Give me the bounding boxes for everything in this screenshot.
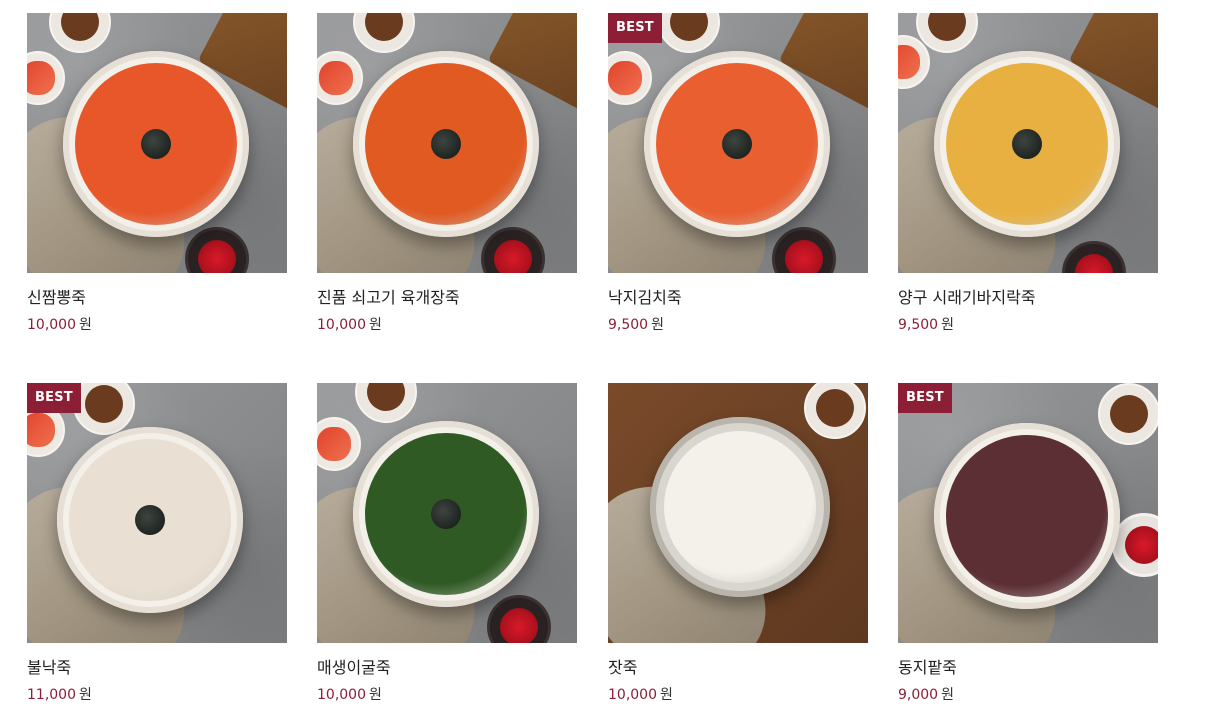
product-price: 9,000 [898,687,939,703]
product-name[interactable]: 진품 쇠고기 육개장죽 [317,287,577,309]
product-name[interactable]: 신짬뽕죽 [27,287,287,309]
product-name[interactable]: 잣죽 [608,657,868,679]
product-card[interactable]: 매생이굴죽 10,000 원 [317,383,577,705]
seaweed-oyster-porridge-image [365,433,527,595]
best-badge: BEST [27,383,81,413]
product-card[interactable]: 잣죽 10,000 원 [608,383,868,705]
product-card[interactable]: BEST 동지팥죽 9,000 원 [898,383,1158,705]
clam-radish-greens-porridge-image [946,63,1108,225]
product-price: 10,000 [317,317,366,333]
product-image[interactable]: BEST [608,13,868,273]
product-card[interactable]: 양구 시래기바지락죽 9,500 원 [898,13,1158,335]
product-price: 10,000 [27,317,76,333]
product-card[interactable]: BEST 불낙죽 11,000 원 [27,383,287,705]
currency-label: 원 [651,317,664,333]
product-price: 10,000 [317,687,366,703]
product-name[interactable]: 양구 시래기바지락죽 [898,287,1158,309]
product-card[interactable]: 신짬뽕죽 10,000 원 [27,13,287,335]
product-image[interactable] [317,13,577,273]
spicy-seafood-porridge-image [75,63,237,225]
product-name[interactable]: 동지팥죽 [898,657,1158,679]
product-price: 10,000 [608,687,657,703]
product-image[interactable]: BEST [898,383,1158,643]
product-price: 9,500 [898,317,939,333]
product-price: 11,000 [27,687,76,703]
bulgogi-octopus-porridge-image [69,439,231,601]
product-image[interactable] [898,13,1158,273]
currency-label: 원 [369,317,382,333]
currency-label: 원 [941,317,954,333]
product-image[interactable] [27,13,287,273]
product-name[interactable]: 낙지김치죽 [608,287,868,309]
currency-label: 원 [660,687,673,703]
product-price: 9,500 [608,317,649,333]
product-card[interactable]: 진품 쇠고기 육개장죽 10,000 원 [317,13,577,335]
pine-nut-porridge-image [664,431,816,583]
product-card[interactable]: BEST 낙지김치죽 9,500 원 [608,13,868,335]
currency-label: 원 [79,687,92,703]
product-name[interactable]: 불낙죽 [27,657,287,679]
product-image[interactable] [317,383,577,643]
currency-label: 원 [941,687,954,703]
beef-yukgaejang-porridge-image [365,63,527,225]
best-badge: BEST [608,13,662,43]
currency-label: 원 [79,317,92,333]
currency-label: 원 [369,687,382,703]
product-image[interactable] [608,383,868,643]
product-name[interactable]: 매생이굴죽 [317,657,577,679]
best-badge: BEST [898,383,952,413]
product-image[interactable]: BEST [27,383,287,643]
red-bean-porridge-image [946,435,1108,597]
octopus-kimchi-porridge-image [656,63,818,225]
